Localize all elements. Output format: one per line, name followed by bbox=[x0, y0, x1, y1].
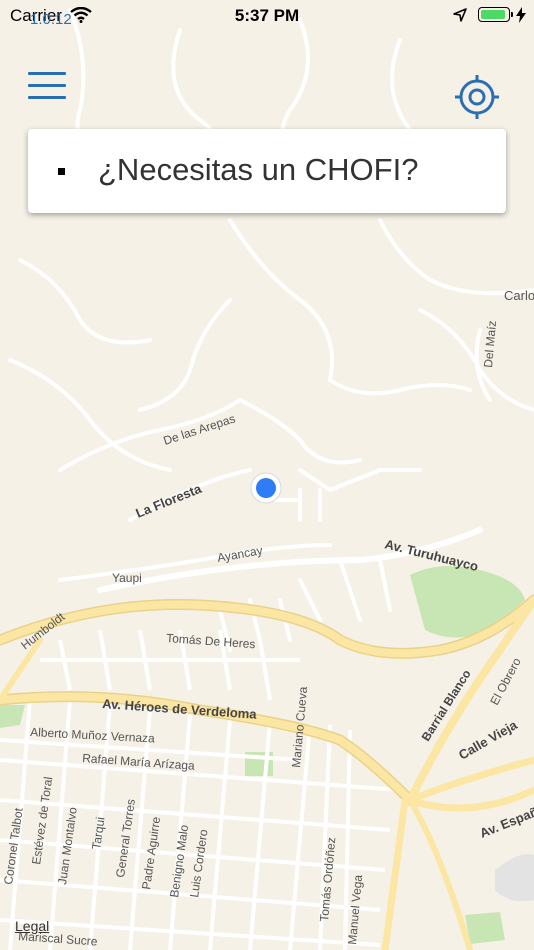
center-location-button[interactable] bbox=[454, 74, 500, 120]
request-driver-card[interactable]: ¿Necesitas un CHOFI? bbox=[28, 129, 506, 213]
user-location-icon bbox=[250, 472, 282, 504]
hamburger-menu-icon bbox=[28, 72, 66, 75]
bullet-icon bbox=[58, 168, 65, 175]
status-bar: Carrier 1.0.12 5:37 PM bbox=[0, 0, 534, 32]
card-title: ¿Necesitas un CHOFI? bbox=[98, 152, 419, 187]
street-label: Yaupi bbox=[112, 571, 142, 585]
street-label: Carlo bbox=[504, 288, 534, 303]
legal-link[interactable]: Legal bbox=[15, 918, 49, 934]
battery-icon bbox=[478, 7, 513, 22]
location-arrow-icon bbox=[453, 8, 467, 22]
charging-bolt-icon bbox=[516, 7, 526, 23]
crosshair-target-icon bbox=[455, 75, 499, 119]
park-area bbox=[465, 912, 505, 944]
menu-button[interactable] bbox=[26, 68, 68, 104]
